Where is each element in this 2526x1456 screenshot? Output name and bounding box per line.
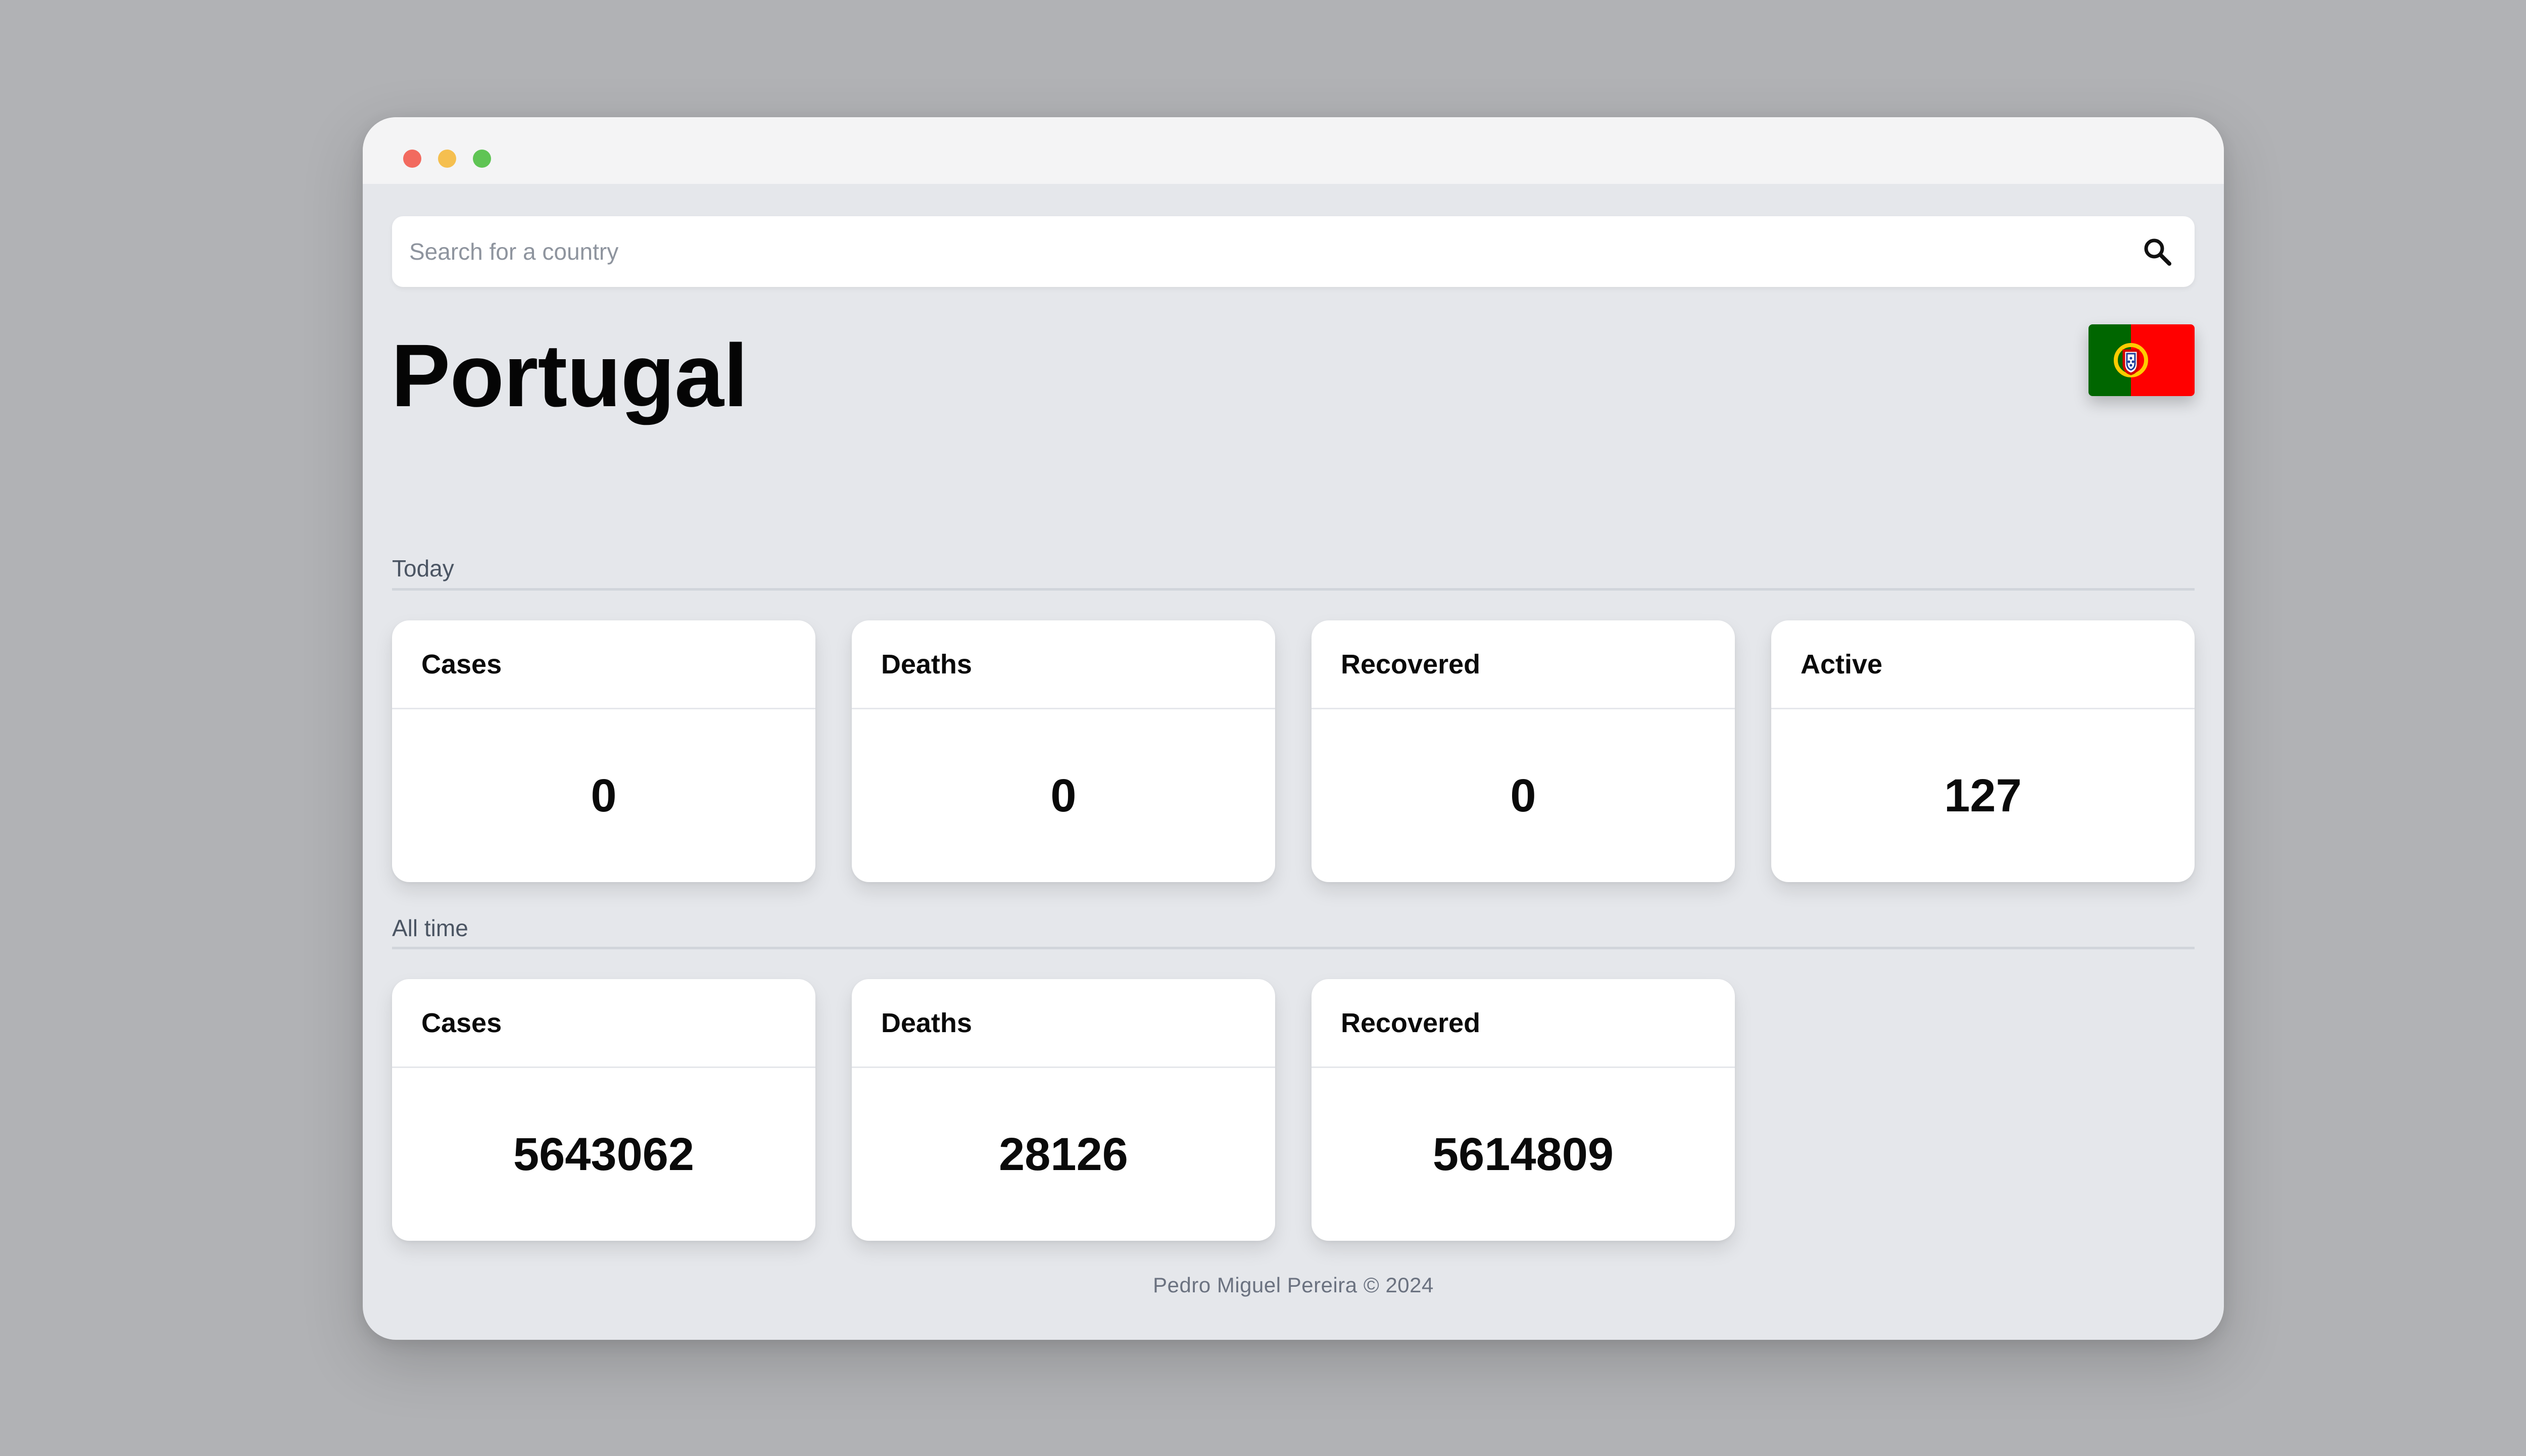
card-value: 5643062: [513, 1128, 695, 1180]
minimize-window-button[interactable]: [438, 150, 456, 168]
card-value: 0: [1510, 769, 1536, 821]
country-title: Portugal: [391, 326, 748, 425]
section-label-all-time: All time: [392, 915, 468, 941]
close-window-button[interactable]: [403, 150, 421, 168]
card-title: Deaths: [852, 620, 1275, 709]
card-title: Active: [1771, 620, 2195, 709]
card-title: Cases: [392, 620, 815, 709]
stat-card-today-recovered: Recovered 0: [1311, 620, 1735, 882]
stat-card-today-deaths: Deaths 0: [852, 620, 1275, 882]
section-label-today: Today: [392, 555, 454, 581]
stat-card-today-cases: Cases 0: [392, 620, 815, 882]
search-bar: [392, 216, 2195, 287]
stat-card-all-time-deaths: Deaths 28126: [852, 979, 1275, 1241]
flag-portugal-icon: [2088, 324, 2195, 396]
card-value: 28126: [999, 1128, 1128, 1180]
window-titlebar: [363, 117, 2224, 184]
section-divider-all-time: [392, 947, 2195, 949]
card-value: 127: [1944, 769, 2022, 821]
card-title: Deaths: [852, 979, 1275, 1068]
stat-card-all-time-cases: Cases 5643062: [392, 979, 815, 1241]
section-divider-today: [392, 588, 2195, 591]
browser-window: Portugal Today Cases 0 Deaths 0 Recovere…: [363, 117, 2224, 1340]
card-title: Recovered: [1311, 620, 1735, 709]
search-icon[interactable]: [2141, 235, 2173, 268]
footer-credit: Pedro Miguel Pereira © 2024: [1153, 1273, 1434, 1297]
card-title: Recovered: [1311, 979, 1735, 1068]
search-input[interactable]: [392, 216, 2110, 287]
zoom-window-button[interactable]: [473, 150, 491, 168]
stat-card-today-active: Active 127: [1771, 620, 2195, 882]
card-value: 5614809: [1432, 1128, 1614, 1180]
card-title: Cases: [392, 979, 815, 1068]
stat-card-all-time-recovered: Recovered 5614809: [1311, 979, 1735, 1241]
card-value: 0: [591, 769, 617, 821]
card-value: 0: [1050, 769, 1077, 821]
